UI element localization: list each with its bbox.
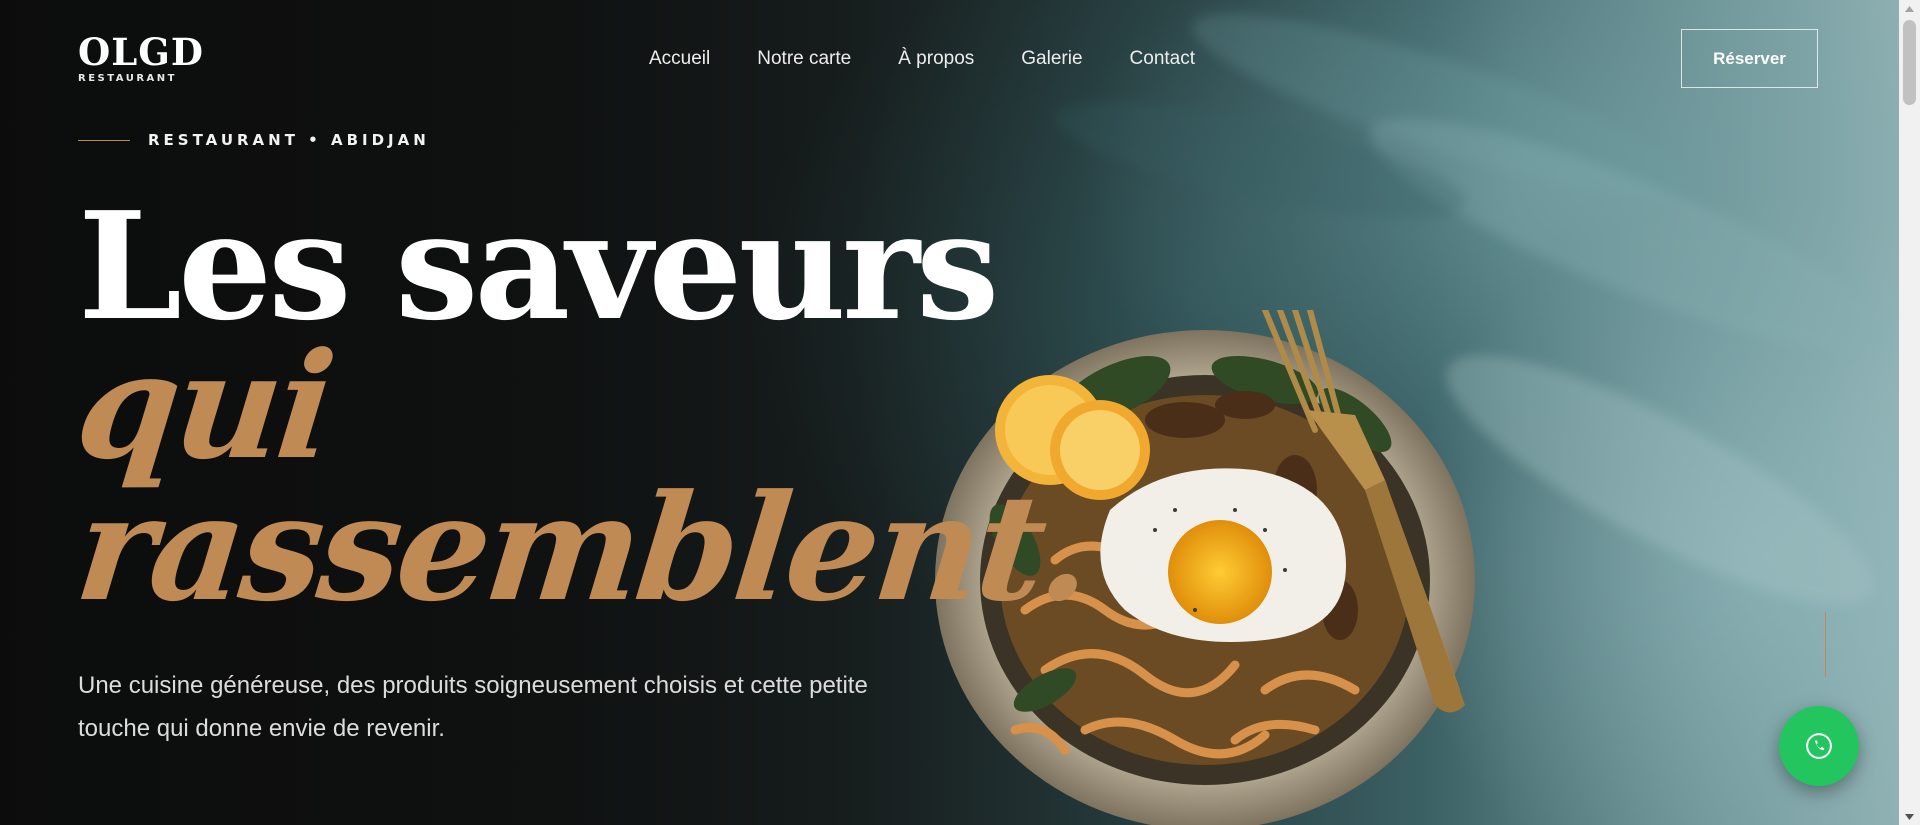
nav-item-accueil[interactable]: Accueil [649, 48, 710, 70]
nav-item-galerie[interactable]: Galerie [1021, 48, 1082, 70]
scrollbar-thumb[interactable] [1903, 20, 1916, 105]
arrow-up-icon [1905, 5, 1914, 12]
page-scrollbar[interactable] [1899, 0, 1920, 825]
main-nav: Accueil Notre carte À propos Galerie Con… [649, 48, 1195, 70]
eyebrow-text: RESTAURANT • ABIDJAN [148, 131, 430, 149]
eyebrow: RESTAURANT • ABIDJAN [78, 131, 430, 149]
headline-line-3: rassemblent. [69, 463, 1098, 634]
logo[interactable]: OLGD RESTAURANT [78, 30, 204, 85]
headline-line-1: Les saveurs [78, 179, 999, 353]
hero-headline: Les saveurs qui rassemblent. [69, 179, 1097, 634]
nav-item-notre-carte[interactable]: Notre carte [757, 48, 851, 70]
arrow-down-icon [1905, 813, 1914, 820]
logo-mark: OLGD [78, 30, 204, 74]
call-button[interactable] [1779, 706, 1859, 786]
eyebrow-divider [78, 139, 130, 141]
scroll-indicator-line [1825, 612, 1826, 677]
hero-intro: Une cuisine généreuse, des produits soig… [78, 672, 868, 742]
headline-line-2: qui [69, 321, 339, 492]
nav-item-contact[interactable]: Contact [1130, 48, 1195, 70]
scroll-down-button[interactable] [1899, 808, 1920, 825]
nav-item-a-propos[interactable]: À propos [898, 48, 974, 70]
reserve-button[interactable]: Réserver [1681, 29, 1818, 88]
logo-subtitle: RESTAURANT [78, 73, 177, 84]
phone-icon [1806, 733, 1832, 759]
scroll-up-button[interactable] [1899, 0, 1920, 17]
